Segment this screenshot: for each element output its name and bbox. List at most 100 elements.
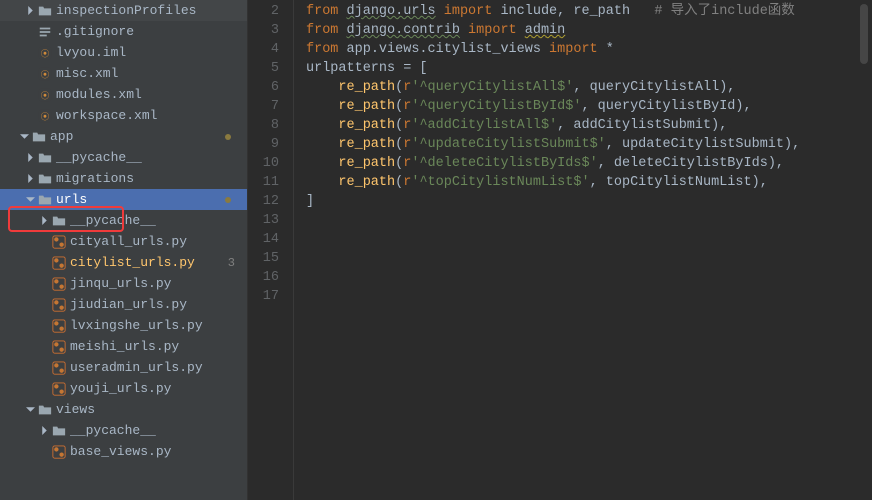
- code-line[interactable]: ]: [306, 192, 872, 211]
- code-line[interactable]: re_path(r'^deleteCitylistByIds$', delete…: [306, 154, 872, 173]
- code-token: include: [500, 4, 557, 19]
- tree-item-workspace-xml[interactable]: ⦿workspace.xml: [0, 105, 247, 126]
- chevron-right-icon[interactable]: [24, 5, 36, 17]
- tree-item-label: views: [56, 402, 247, 417]
- project-tree[interactable]: inspectionProfiles.gitignore⦿lvyou.iml⦿m…: [0, 0, 248, 500]
- folder-icon: [52, 214, 66, 228]
- py-icon: [52, 319, 66, 333]
- code-token: '^deleteCitylistByIds$': [411, 156, 597, 171]
- chevron-right-icon[interactable]: [38, 425, 50, 437]
- tree-item-label: base_views.py: [70, 444, 247, 459]
- code-token: # 导入了include函数: [654, 4, 794, 19]
- xml-icon: ⦿: [38, 88, 52, 102]
- code-token: from: [306, 23, 347, 38]
- tree-item---pycache--[interactable]: __pycache__: [0, 420, 247, 441]
- line-number: 4: [248, 40, 279, 59]
- tree-item-lvyou-iml[interactable]: ⦿ lvyou.iml: [0, 42, 247, 63]
- code-line[interactable]: re_path(r'^updateCitylistSubmit$', updat…: [306, 135, 872, 154]
- tree-item-label: lvyou.iml: [56, 45, 247, 60]
- tree-item--gitignore[interactable]: .gitignore: [0, 21, 247, 42]
- tree-item-migrations[interactable]: migrations: [0, 168, 247, 189]
- code-token: [306, 99, 338, 114]
- line-number: 15: [248, 249, 279, 268]
- code-token: import: [436, 4, 501, 19]
- line-number: 12: [248, 192, 279, 211]
- tree-item-misc-xml[interactable]: ⦿misc.xml: [0, 63, 247, 84]
- line-number: 7: [248, 97, 279, 116]
- tree-item-label: migrations: [56, 171, 247, 186]
- code-token: re_path: [338, 175, 395, 190]
- scrollbar-thumb[interactable]: [860, 4, 868, 64]
- tree-item-youji-urls-py[interactable]: youji_urls.py: [0, 378, 247, 399]
- py-icon: [52, 382, 66, 396]
- tree-item-label: __pycache__: [70, 423, 247, 438]
- line-number: 10: [248, 154, 279, 173]
- chevron-right-icon[interactable]: [38, 215, 50, 227]
- chevron-down-icon[interactable]: [24, 194, 36, 206]
- line-number: 16: [248, 268, 279, 287]
- code-line[interactable]: re_path(r'^queryCitylistById$', queryCit…: [306, 97, 872, 116]
- code-token: re_path: [338, 156, 395, 171]
- chevron-down-icon[interactable]: [24, 404, 36, 416]
- svg-text:⦿: ⦿: [41, 90, 50, 100]
- line-number: 5: [248, 59, 279, 78]
- tree-item-label: .gitignore: [56, 24, 247, 39]
- tree-item-label: youji_urls.py: [70, 381, 247, 396]
- tree-item---pycache--[interactable]: __pycache__: [0, 147, 247, 168]
- tree-item-modules-xml[interactable]: ⦿modules.xml: [0, 84, 247, 105]
- tree-item-jiudian-urls-py[interactable]: jiudian_urls.py: [0, 294, 247, 315]
- arrow-spacer: [24, 26, 36, 38]
- tree-item-base-views-py[interactable]: base_views.py: [0, 441, 247, 462]
- py-icon: [52, 361, 66, 375]
- code-line[interactable]: re_path(r'^topCitylistNumList$', topCity…: [306, 173, 872, 192]
- arrow-spacer: [38, 341, 50, 353]
- xml-icon: ⦿: [38, 109, 52, 123]
- tree-item-urls[interactable]: urls: [0, 189, 247, 210]
- py-icon: [52, 445, 66, 459]
- line-number: 6: [248, 78, 279, 97]
- code-token: *: [606, 42, 614, 57]
- tree-item-app[interactable]: app: [0, 126, 247, 147]
- tree-item-views[interactable]: views: [0, 399, 247, 420]
- tree-item-inspectionprofiles[interactable]: inspectionProfiles: [0, 0, 247, 21]
- code-token: re_path: [338, 118, 395, 133]
- code-line[interactable]: re_path(r'^addCitylistAll$', addCitylist…: [306, 116, 872, 135]
- tree-item-label: jinqu_urls.py: [70, 276, 247, 291]
- code-editor[interactable]: 234567891011121314151617 from django.url…: [248, 0, 872, 500]
- tree-item-lvxingshe-urls-py[interactable]: lvxingshe_urls.py: [0, 315, 247, 336]
- code-area[interactable]: from django.urls import include, re_path…: [294, 0, 872, 500]
- tree-item-label: useradmin_urls.py: [70, 360, 247, 375]
- py-icon: [52, 256, 66, 270]
- py-icon: [52, 298, 66, 312]
- code-token: from: [306, 42, 347, 57]
- folder-icon: [38, 4, 52, 18]
- chevron-down-icon[interactable]: [18, 131, 30, 143]
- tree-item-citylist-urls-py[interactable]: citylist_urls.py3: [0, 252, 247, 273]
- code-token: '^queryCitylistById$': [411, 99, 581, 114]
- line-number: 11: [248, 173, 279, 192]
- code-token: , deleteCitylistByIds),: [598, 156, 784, 171]
- tree-item-meishi-urls-py[interactable]: meishi_urls.py: [0, 336, 247, 357]
- arrow-spacer: [38, 299, 50, 311]
- code-token: admin: [525, 23, 566, 38]
- gitignore-icon: [38, 25, 52, 39]
- tree-item-jinqu-urls-py[interactable]: jinqu_urls.py: [0, 273, 247, 294]
- xml-icon: ⦿: [38, 46, 52, 60]
- py-icon: [52, 235, 66, 249]
- code-line[interactable]: from django.contrib import admin: [306, 21, 872, 40]
- tree-item-useradmin-urls-py[interactable]: useradmin_urls.py: [0, 357, 247, 378]
- code-line[interactable]: re_path(r'^queryCitylistAll$', queryCity…: [306, 78, 872, 97]
- code-token: , queryCitylistById),: [581, 99, 751, 114]
- chevron-right-icon[interactable]: [24, 173, 36, 185]
- code-line[interactable]: from django.urls import include, re_path…: [306, 2, 872, 21]
- code-line[interactable]: urlpatterns = [: [306, 59, 872, 78]
- chevron-right-icon[interactable]: [24, 152, 36, 164]
- tree-item---pycache--[interactable]: __pycache__: [0, 210, 247, 231]
- tree-item-label: app: [50, 129, 225, 144]
- code-token: [306, 80, 338, 95]
- code-token: [306, 175, 338, 190]
- tree-item-cityall-urls-py[interactable]: cityall_urls.py: [0, 231, 247, 252]
- code-line[interactable]: from app.views.citylist_views import *: [306, 40, 872, 59]
- code-token: re_path: [338, 80, 395, 95]
- folder-icon: [38, 151, 52, 165]
